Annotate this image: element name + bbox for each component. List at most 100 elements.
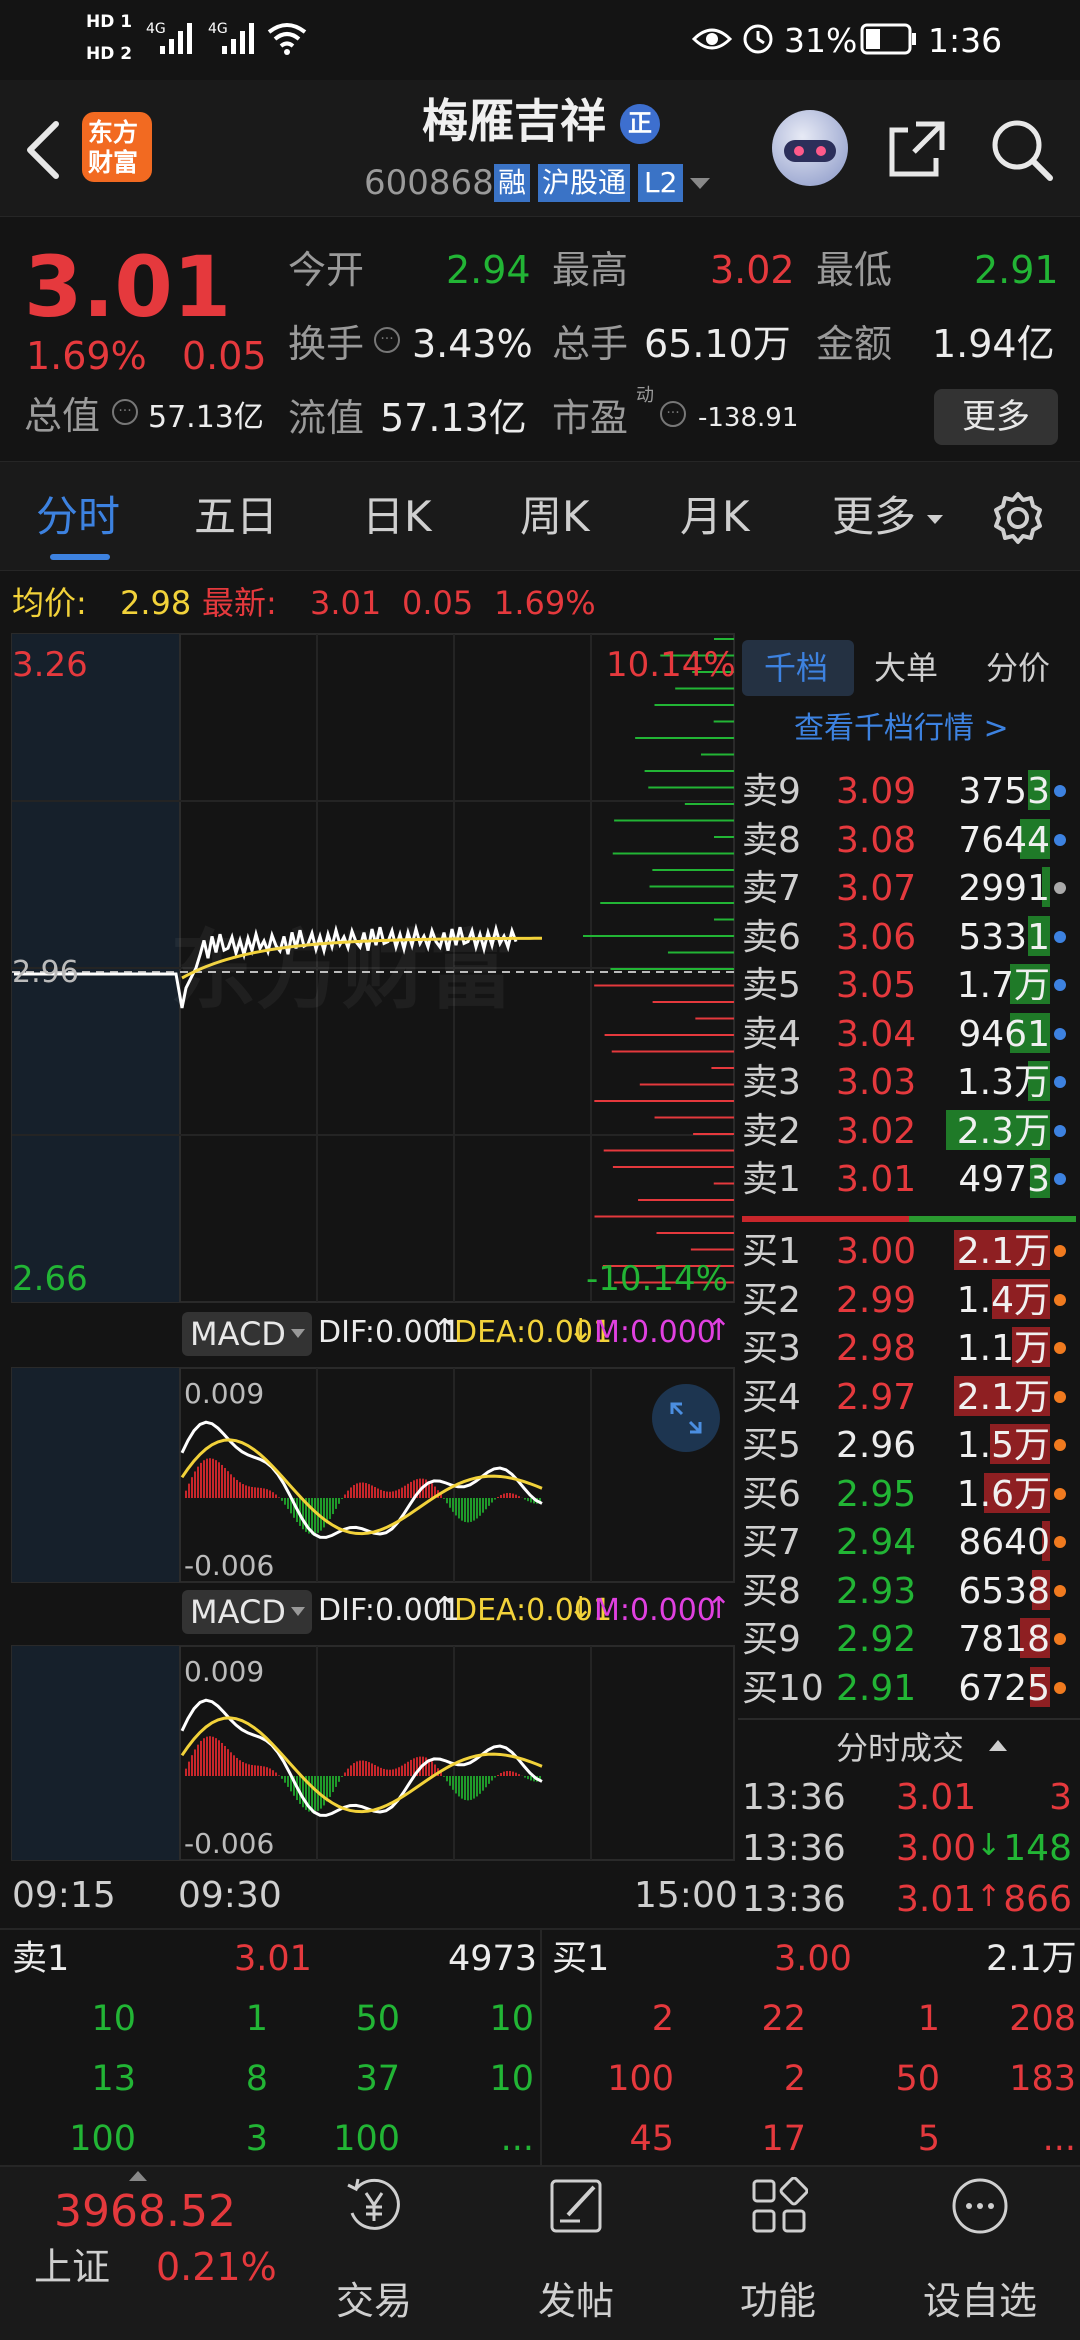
info-icon[interactable]: ··· [660,401,686,427]
tab-five-day[interactable]: 五日 [194,496,278,538]
macd-bar [404,1763,406,1776]
bid-row[interactable]: 买1 3.00 2.1万 [738,1228,1080,1276]
macd-bar [215,1460,217,1498]
tab-week-k[interactable]: 周K [520,496,590,538]
trade-volume: 866 [1003,1879,1072,1920]
search-icon[interactable] [990,118,1054,182]
tab-more-dropdown-icon[interactable] [926,514,944,526]
ask-row[interactable]: 卖4 3.04 9461 [738,1011,1080,1059]
queue-cell: 2 [651,1999,674,2039]
macd-bar [473,1498,475,1521]
macd-bar [332,1776,334,1793]
bid-row[interactable]: 买3 2.98 1.1万 [738,1325,1080,1373]
tab-price-distribution[interactable]: 分价 [986,652,1050,684]
tab-day-k[interactable]: 日K [362,496,432,538]
depth-bar [614,819,734,822]
queue-cell: 3 [245,2119,268,2159]
depth-bar [714,836,734,838]
trades-title[interactable]: 分时成交 [836,1732,964,1764]
macd-selector-2[interactable]: MACD [182,1590,312,1634]
ask-row[interactable]: 卖8 3.08 7644 [738,817,1080,865]
macd-bar [464,1498,466,1522]
ask-row[interactable]: 卖1 3.01 4973 [738,1156,1080,1204]
expand-icon[interactable] [652,1384,720,1452]
stock-name[interactable]: 梅雁吉祥 [422,98,606,144]
index-expand-icon[interactable] [128,2170,148,2182]
macd-bar [212,1736,214,1776]
nav-trade[interactable]: 交易 [294,2175,454,2325]
ask-row[interactable]: 卖6 3.06 5331 [738,914,1080,962]
index-change[interactable]: 0.21% [156,2248,277,2286]
tab-thousand-levels[interactable]: 千档 [742,640,854,696]
macd-bar [458,1498,460,1519]
bid-dot [1054,1293,1066,1306]
share-icon[interactable] [886,118,948,180]
bid-row[interactable]: 买9 2.92 7818 [738,1616,1080,1664]
macd-bar [518,1496,520,1498]
view-levels-link[interactable]: 查看千档行情 > [794,714,1009,744]
bid-row[interactable]: 买10 2.91 6725 [738,1665,1080,1713]
ask-row[interactable]: 卖2 3.02 2.3万 [738,1108,1080,1156]
macd-bar [278,1775,280,1776]
macd-bar [530,1498,532,1503]
macd-bar [335,1776,337,1787]
amount-label: 金额 [816,322,893,366]
info-icon[interactable]: ··· [374,327,400,353]
nav-post[interactable]: 发帖 [496,2175,656,2325]
macd-bar [329,1776,331,1797]
bid-row[interactable]: 买4 2.97 2.1万 [738,1374,1080,1422]
depth-bar [654,1116,734,1119]
tab-large-orders[interactable]: 大单 [874,652,938,684]
more-button[interactable]: 更多 [934,389,1058,445]
bid-row[interactable]: 买8 2.93 6538 [738,1568,1080,1616]
index-name[interactable]: 上证 [34,2248,110,2286]
trades-collapse-icon[interactable] [988,1738,1008,1752]
quote-panel: 3.01 1.69% 0.05 总值 ··· 57.13亿 今开 2.94 最高… [0,216,1080,461]
level-label: 卖1 [742,1159,801,1200]
bid-row[interactable]: 买6 2.95 1.6万 [738,1471,1080,1519]
app-logo[interactable]: 东方 财富 [82,112,152,182]
info-icon[interactable]: ··· [112,399,138,425]
macd-bar [491,1498,493,1503]
macd-bar [227,1471,229,1498]
macd1-m: M:0.000 [594,1315,716,1350]
bid-row[interactable]: 买7 2.94 8640 [738,1519,1080,1567]
level-price: 2.91 [836,1667,917,1709]
time-start-label: 09:15 [12,1875,116,1916]
pct-low-label: -10.14% [586,1259,728,1299]
trade-time: 13:36 [742,1828,846,1869]
bid-row[interactable]: 买2 2.99 1.4万 [738,1277,1080,1325]
macd-selector-1[interactable]: MACD [182,1312,312,1356]
depth-bar [594,1215,734,1218]
ask-row[interactable]: 卖7 3.07 2991 [738,865,1080,913]
tab-more[interactable]: 更多 [832,496,916,538]
queue-cell: 10 [489,2059,534,2099]
order-queue: 卖1 3.01 4973 买1 3.00 2.1万 10 1 50 10 13 8 37 10… [0,1928,1080,2167]
back-arrow-icon[interactable] [22,120,62,180]
more-circle-icon [952,2178,1008,2234]
tab-timeshare[interactable]: 分时 [36,496,120,538]
intraday-chart[interactable]: 东方财富 3.26 10.14% 2.96 2.66 -10.14% MACD … [0,628,738,1928]
tab-month-k[interactable]: 月K [680,496,750,538]
nav-watchlist[interactable]: 设自选 [900,2175,1060,2325]
level-label: 买10 [742,1667,824,1709]
level-volume: 1.5万 [956,1425,1050,1466]
nav-functions[interactable]: 功能 [698,2175,858,2325]
macd-bar [410,1481,412,1498]
level-label: 卖3 [742,1062,801,1103]
macd-bar [344,1772,346,1776]
bid-row[interactable]: 买5 2.96 1.5万 [738,1422,1080,1470]
ask-row[interactable]: 卖9 3.09 3753 [738,768,1080,816]
macd-bar [362,1482,364,1498]
level-volume: 2.1万 [956,1231,1050,1272]
robot-assistant-icon[interactable] [772,110,848,186]
ask-row[interactable]: 卖3 3.03 1.3万 [738,1059,1080,1107]
index-value[interactable]: 3968.52 [54,2190,236,2234]
macd-bar [248,1486,250,1498]
code-dropdown-icon[interactable] [688,176,712,192]
macd-bar [197,1744,199,1776]
trade-price: 3.01 [896,1879,977,1920]
settings-gear-icon[interactable] [990,490,1046,546]
macd-bar [284,1776,286,1783]
ask-row[interactable]: 卖5 3.05 1.7万 [738,962,1080,1010]
